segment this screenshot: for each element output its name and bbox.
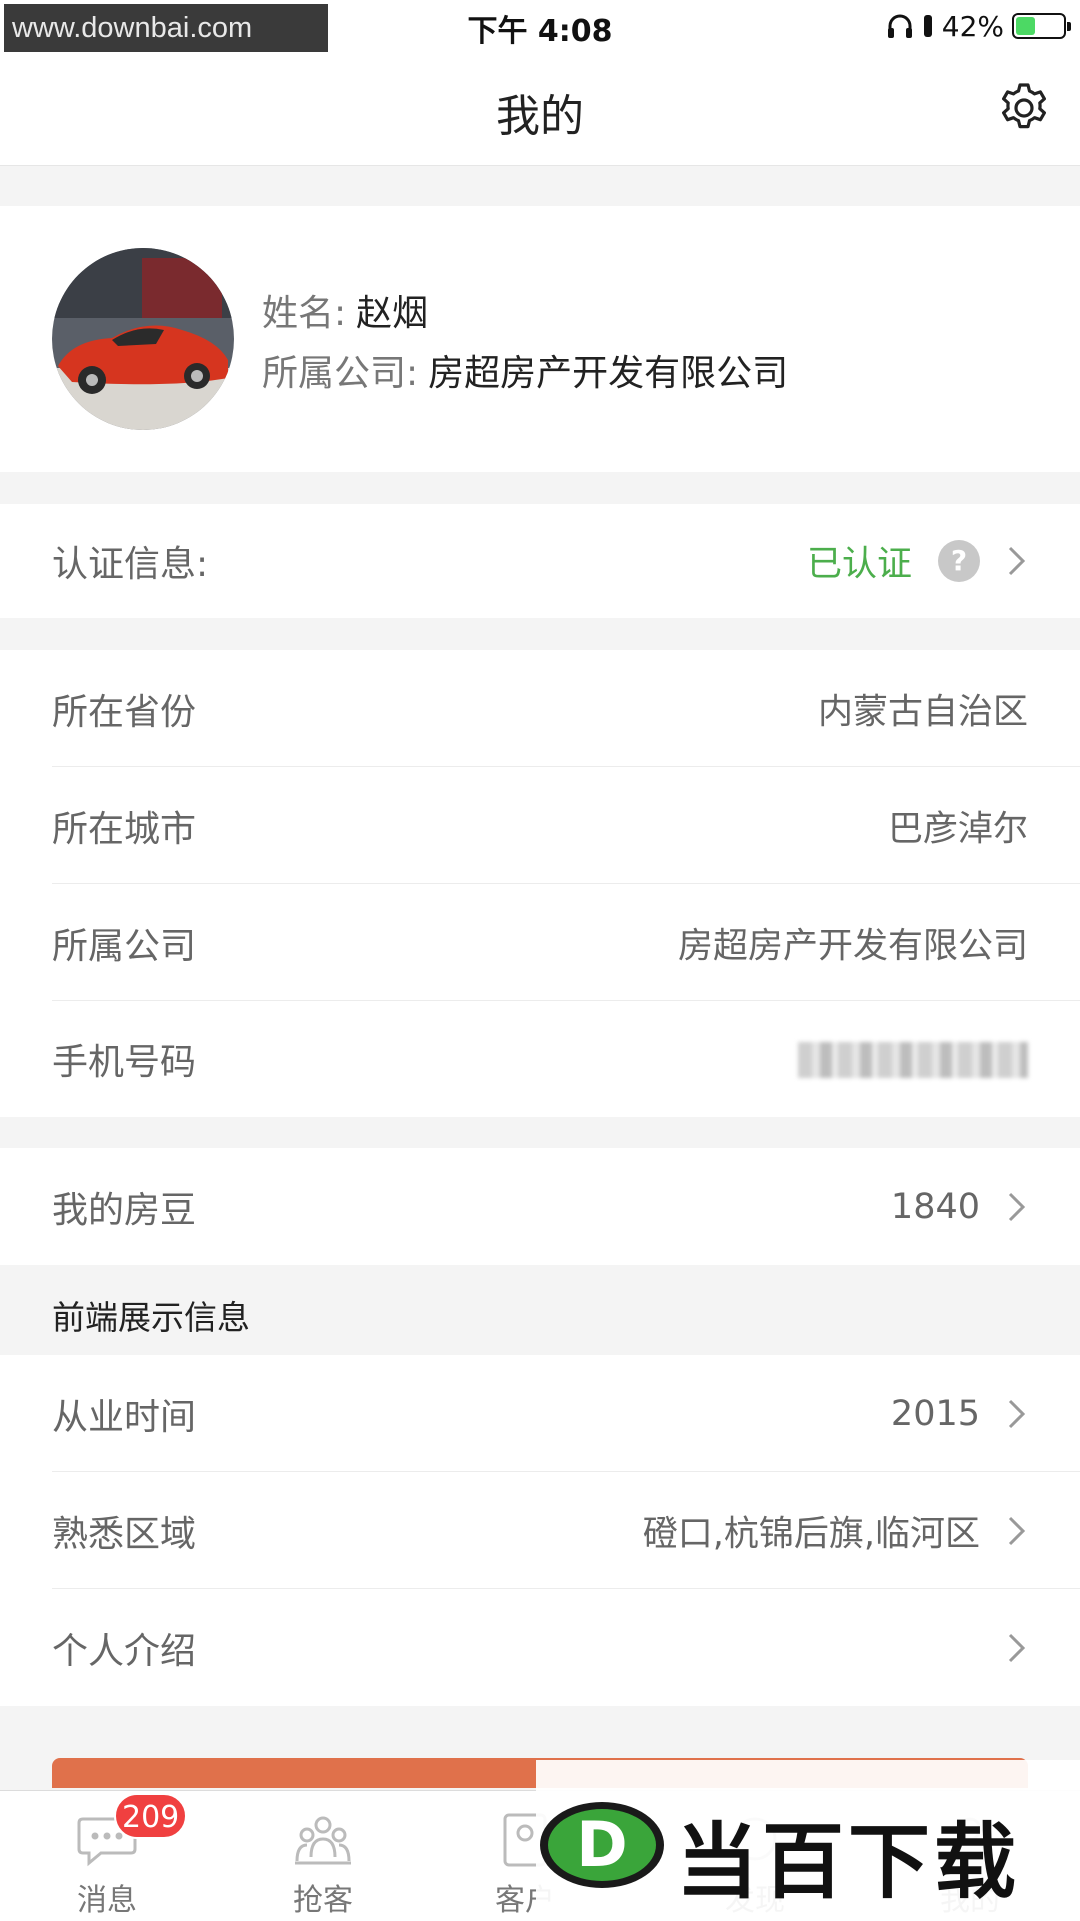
status-bar: www.downbai.com 下午 4:08 42% bbox=[0, 0, 1080, 52]
avatar[interactable] bbox=[52, 248, 234, 430]
city-label: 所在城市 bbox=[52, 808, 197, 850]
people-group-icon bbox=[295, 1816, 351, 1865]
company-row: 所属公司 房超房产开发有限公司 bbox=[0, 884, 1080, 1001]
beans-label: 我的房豆 bbox=[52, 1189, 197, 1231]
battery-percent: 42% bbox=[941, 9, 1004, 43]
work-years-row[interactable]: 从业时间 2015 bbox=[0, 1355, 1080, 1472]
unread-badge: 209 bbox=[114, 1793, 188, 1839]
familiar-area-label: 熟悉区域 bbox=[52, 1513, 197, 1555]
help-icon[interactable]: ? bbox=[938, 540, 980, 582]
status-indicators: 42% bbox=[886, 8, 1071, 44]
name-label: 姓名: bbox=[262, 293, 347, 334]
location-arrow-icon bbox=[923, 15, 932, 37]
settings-button[interactable] bbox=[994, 78, 1054, 138]
beans-value: 1840 bbox=[890, 1186, 980, 1227]
phone-label: 手机号码 bbox=[52, 1042, 197, 1083]
tab-messages[interactable]: 209 消息 bbox=[32, 1793, 188, 1919]
brand-logo-letter: D bbox=[576, 1808, 627, 1881]
tab-label: 消息 bbox=[77, 1883, 137, 1918]
chevron-right-icon bbox=[1008, 1399, 1026, 1428]
profile-name-line: 姓名: 赵烟 bbox=[262, 284, 428, 336]
tab-grab-customers[interactable]: 抢客 bbox=[248, 1811, 398, 1919]
headphones-icon bbox=[887, 14, 912, 38]
section-header-label: 前端展示信息 bbox=[52, 1298, 250, 1337]
work-years-value: 2015 bbox=[890, 1393, 980, 1434]
familiar-area-value: 磴口,杭锦后旗,临河区 bbox=[642, 1514, 980, 1554]
brand-logo-icon: D bbox=[540, 1802, 664, 1888]
section-header: 前端展示信息 bbox=[0, 1265, 1080, 1355]
city-value: 巴彦淖尔 bbox=[887, 809, 1028, 849]
tab-label: 抢客 bbox=[293, 1883, 353, 1918]
profile-company: 房超房产开发有限公司 bbox=[428, 353, 789, 394]
certification-row[interactable]: 认证信息: 已认证 ? bbox=[0, 504, 1080, 618]
province-label: 所在省份 bbox=[52, 691, 197, 733]
certification-status: 已认证 bbox=[806, 544, 912, 585]
company-row-label: 所属公司 bbox=[52, 925, 197, 967]
self-intro-label: 个人介绍 bbox=[52, 1630, 197, 1672]
profile-card[interactable]: 姓名: 赵烟 所属公司: 房超房产开发有限公司 bbox=[0, 206, 1080, 472]
page-title: 我的 bbox=[496, 91, 584, 142]
company-label: 所属公司: bbox=[262, 353, 419, 394]
nav-bar: 我的 bbox=[0, 52, 1080, 166]
chevron-right-icon bbox=[1008, 546, 1026, 576]
self-intro-row[interactable]: 个人介绍 bbox=[0, 1589, 1080, 1706]
chevron-right-icon bbox=[1008, 1192, 1026, 1221]
brand-watermark-text: 当百下载 bbox=[676, 1815, 1021, 1910]
chevron-right-icon bbox=[1008, 1633, 1026, 1662]
company-row-value: 房超房产开发有限公司 bbox=[677, 926, 1028, 966]
phone-row: 手机号码 bbox=[0, 1001, 1080, 1117]
profile-company-line: 所属公司: 房超房产开发有限公司 bbox=[262, 344, 788, 396]
battery-icon bbox=[1012, 13, 1071, 39]
province-value: 内蒙古自治区 bbox=[817, 692, 1028, 732]
certification-label: 认证信息: bbox=[52, 544, 209, 585]
profile-name: 赵烟 bbox=[356, 293, 429, 334]
chevron-right-icon bbox=[1008, 1516, 1026, 1545]
beans-row[interactable]: 我的房豆 1840 bbox=[0, 1148, 1080, 1265]
province-row: 所在省份 内蒙古自治区 bbox=[0, 650, 1080, 767]
gear-icon bbox=[1002, 83, 1046, 129]
city-row: 所在城市 巴彦淖尔 bbox=[0, 767, 1080, 884]
phone-value-obscured bbox=[798, 1039, 1028, 1079]
avatar-car-photo bbox=[52, 248, 234, 430]
familiar-area-row[interactable]: 熟悉区域 磴口,杭锦后旗,临河区 bbox=[0, 1472, 1080, 1589]
work-years-label: 从业时间 bbox=[52, 1396, 197, 1438]
